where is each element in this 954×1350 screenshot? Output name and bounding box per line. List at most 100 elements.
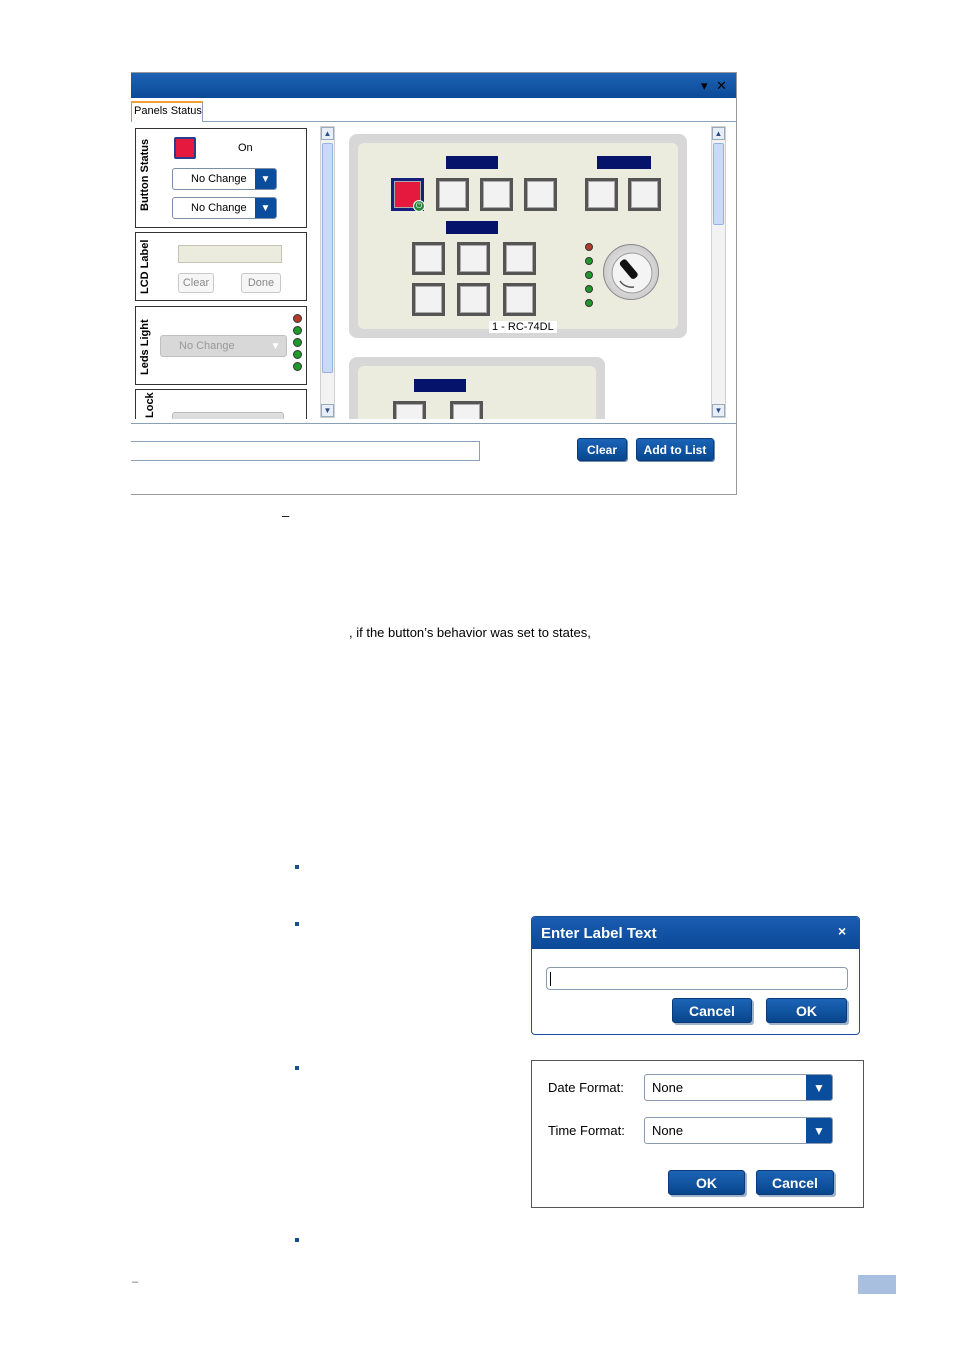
lcd-label-strip[interactable] bbox=[414, 379, 466, 392]
button-status-group: Button Status On No Change ▼ No Change ▼ bbox=[135, 128, 307, 228]
status-dropdown-1[interactable]: No Change ▼ bbox=[172, 168, 277, 190]
tab-panels-status[interactable]: Panels Status bbox=[131, 101, 203, 122]
lock-dropdown[interactable] bbox=[172, 412, 284, 419]
datetime-format-dialog: Date Format: None ▼ Time Format: None ▼ … bbox=[531, 1060, 864, 1208]
ok-button[interactable]: OK bbox=[668, 1170, 745, 1195]
text-cursor bbox=[550, 972, 551, 986]
panel-face: ⏻ 1 - RC-74DL bbox=[358, 143, 678, 333]
panel-rc74dl: ⏻ 1 - RC-74DL bbox=[349, 134, 687, 338]
panel-face-second bbox=[358, 366, 596, 419]
panel-led bbox=[585, 257, 593, 265]
panels-window: ▾ ✕ Panels Status Button Status On No Ch… bbox=[131, 72, 737, 495]
scroll-up-icon[interactable]: ▲ bbox=[712, 127, 725, 140]
chevron-down-icon: ▼ bbox=[806, 1118, 832, 1143]
lcd-label-input[interactable] bbox=[178, 245, 282, 263]
command-input[interactable] bbox=[131, 441, 480, 461]
window-titlebar: ▾ ✕ bbox=[131, 73, 736, 98]
left-scrollbar[interactable]: ▲ ▼ bbox=[320, 126, 335, 418]
panel-key-selected[interactable]: ⏻ bbox=[391, 178, 425, 212]
panel-key[interactable] bbox=[412, 283, 445, 316]
lock-group: Lock bbox=[135, 389, 307, 419]
add-to-list-button[interactable]: Add to List bbox=[636, 438, 714, 461]
lcd-done-button[interactable]: Done bbox=[241, 273, 281, 293]
panel-second bbox=[349, 357, 605, 419]
chevron-down-icon: ▼ bbox=[255, 169, 276, 189]
lcd-label-strip[interactable] bbox=[597, 156, 651, 169]
dialog-title: Enter Label Text × bbox=[532, 917, 859, 949]
date-format-value: None bbox=[652, 1080, 684, 1095]
tab-strip: Panels Status bbox=[131, 98, 736, 122]
divider bbox=[131, 423, 736, 424]
panel-led-red bbox=[585, 243, 593, 251]
state-color-swatch[interactable] bbox=[174, 137, 196, 159]
doc-dash: – bbox=[282, 508, 290, 523]
panel-key[interactable] bbox=[457, 283, 490, 316]
scroll-down-icon[interactable]: ▼ bbox=[712, 404, 725, 417]
close-icon[interactable]: ✕ bbox=[716, 78, 727, 94]
pin-dropdown-icon[interactable]: ▾ bbox=[701, 78, 708, 94]
chevron-down-icon: ▼ bbox=[270, 340, 281, 352]
panel-key[interactable] bbox=[393, 401, 426, 419]
panel-key[interactable] bbox=[503, 242, 536, 275]
led-indicator[interactable] bbox=[293, 326, 302, 335]
scroll-up-icon[interactable]: ▲ bbox=[321, 127, 334, 140]
panel-led bbox=[585, 271, 593, 279]
panel-key[interactable] bbox=[585, 178, 618, 211]
page-number-badge bbox=[858, 1275, 896, 1294]
state-text: On bbox=[238, 142, 253, 154]
scroll-down-icon[interactable]: ▼ bbox=[321, 404, 334, 417]
bullet bbox=[295, 1066, 299, 1070]
led-indicator-red[interactable] bbox=[293, 314, 302, 323]
time-format-value: None bbox=[652, 1123, 684, 1138]
power-icon: ⏻ bbox=[413, 200, 425, 212]
led-indicator[interactable] bbox=[293, 362, 302, 371]
panel-key[interactable] bbox=[436, 178, 469, 211]
panel-key[interactable] bbox=[457, 242, 490, 275]
footer-dash: – bbox=[132, 1276, 139, 1288]
panel-key[interactable] bbox=[450, 401, 483, 419]
bullet bbox=[295, 865, 299, 869]
panel-name: 1 - RC-74DL bbox=[489, 321, 557, 333]
cancel-button[interactable]: Cancel bbox=[672, 998, 752, 1023]
status-dropdown-2[interactable]: No Change ▼ bbox=[172, 197, 277, 219]
scroll-thumb[interactable] bbox=[713, 143, 724, 225]
lcd-clear-button[interactable]: Clear bbox=[178, 273, 214, 293]
time-format-label: Time Format: bbox=[548, 1123, 625, 1138]
button-status-label: Button Status bbox=[139, 138, 151, 211]
panel-key[interactable] bbox=[628, 178, 661, 211]
status-dropdown-1-value: No Change bbox=[191, 173, 247, 185]
dialog-title-text: Enter Label Text bbox=[541, 925, 657, 942]
leds-dropdown-value: No Change bbox=[179, 340, 235, 352]
chevron-down-icon: ▼ bbox=[806, 1075, 832, 1100]
lock-label: Lock bbox=[144, 392, 156, 418]
cancel-button[interactable]: Cancel bbox=[756, 1170, 834, 1195]
panel-canvas: ⏻ 1 - RC-74DL bbox=[341, 125, 711, 419]
date-format-label: Date Format: bbox=[548, 1080, 624, 1095]
clear-button[interactable]: Clear bbox=[577, 438, 627, 461]
right-scrollbar[interactable]: ▲ ▼ bbox=[711, 126, 726, 418]
scroll-thumb[interactable] bbox=[322, 143, 333, 373]
panel-key[interactable] bbox=[480, 178, 513, 211]
ok-button[interactable]: OK bbox=[766, 998, 847, 1023]
leds-light-label: Leds Light bbox=[139, 319, 151, 375]
leds-dropdown[interactable]: No Change ▼ bbox=[160, 335, 287, 357]
panel-key[interactable] bbox=[524, 178, 557, 211]
label-text-input[interactable] bbox=[546, 967, 848, 990]
panel-key[interactable] bbox=[503, 283, 536, 316]
chevron-down-icon: ▼ bbox=[255, 198, 276, 218]
panel-key[interactable] bbox=[412, 242, 445, 275]
panel-led bbox=[585, 299, 593, 307]
led-indicator[interactable] bbox=[293, 338, 302, 347]
panel-led bbox=[585, 285, 593, 293]
rotary-knob-icon[interactable] bbox=[603, 244, 659, 300]
led-indicator[interactable] bbox=[293, 350, 302, 359]
leds-light-group: Leds Light No Change ▼ bbox=[135, 306, 307, 385]
date-format-select[interactable]: None ▼ bbox=[644, 1074, 833, 1101]
lcd-label-strip[interactable] bbox=[446, 221, 498, 234]
close-icon[interactable]: × bbox=[838, 923, 846, 939]
enter-label-dialog: Enter Label Text × Cancel OK bbox=[531, 916, 860, 1035]
lcd-label-group: LCD Label Clear Done bbox=[135, 232, 307, 301]
time-format-select[interactable]: None ▼ bbox=[644, 1117, 833, 1144]
doc-fragment: , if the button’s behavior was set to st… bbox=[349, 625, 591, 640]
lcd-label-strip[interactable] bbox=[446, 156, 498, 169]
